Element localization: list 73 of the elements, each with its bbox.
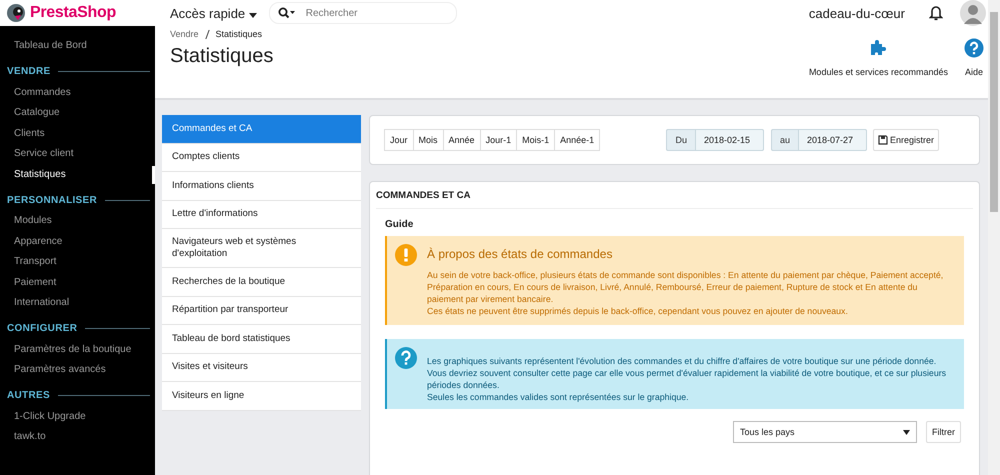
- alert-text: Seules les commandes valides sont représentées sur le graphique.: [427, 391, 690, 403]
- sidebar-item[interactable]: Transport: [0, 252, 155, 272]
- sidebar-item[interactable]: tawk.to: [0, 427, 155, 448]
- period-button[interactable]: Année-1: [554, 129, 600, 151]
- breadcrumb-link[interactable]: Vendre: [170, 29, 199, 39]
- stats-menu-item[interactable]: Répartition par transporteur: [162, 296, 361, 325]
- country-select[interactable]: Tous les pays: [733, 421, 917, 443]
- page-title: Statistiques: [170, 45, 274, 68]
- stats-menu-item[interactable]: Visites et visiteurs: [162, 354, 361, 382]
- sidebar-item[interactable]: Paramètres de la boutique: [0, 340, 155, 360]
- date-input[interactable]: 2018-07-27: [798, 135, 866, 145]
- quick-access-menu[interactable]: Accès rapide: [170, 6, 257, 20]
- date-label: au: [770, 129, 798, 151]
- search-input[interactable]: Rechercher: [304, 6, 438, 20]
- search-field[interactable]: Rechercher: [268, 2, 457, 24]
- scrollbar[interactable]: [988, 0, 1000, 475]
- search-icon[interactable]: [278, 7, 296, 19]
- sidebar-item[interactable]: Commandes: [0, 82, 155, 103]
- stats-menu-item[interactable]: Tableau de bord statistiques: [162, 325, 361, 354]
- logo-icon: [6, 3, 26, 23]
- sidebar-item[interactable]: Paramètres avancés: [0, 360, 155, 380]
- stats-menu-item[interactable]: Commandes et CA: [162, 115, 361, 144]
- bell-icon[interactable]: [929, 5, 943, 21]
- sidebar-item[interactable]: Clients: [0, 124, 155, 144]
- toolbar-button[interactable]: Aide: [964, 38, 984, 77]
- sidebar-section-title: CONFIGURER: [7, 323, 78, 334]
- stats-menu-item[interactable]: Visiteurs en ligne: [162, 382, 361, 410]
- sidebar-item[interactable]: Modules: [0, 211, 155, 232]
- date-field[interactable]: 2018-02-15: [694, 129, 764, 151]
- period-button[interactable]: Année: [442, 129, 481, 151]
- stats-menu-item[interactable]: Informations clients: [162, 172, 361, 200]
- stats-menu-item[interactable]: Lettre d'informations: [162, 200, 361, 229]
- help-icon: [964, 38, 984, 58]
- alert-text: Les graphiques suivants représentent l'évolution des commandes et du chiffre d'affaires de votre boutique sur une période donnée.: [427, 355, 938, 367]
- alert-text: Vous devriez souvent consulter cette page car elle vous permet d'évaluer rapidement la viabilité de votre boutique, et ce sur plusieurs périodes données.: [427, 367, 948, 391]
- period-button[interactable]: Jour: [384, 129, 414, 151]
- date-label: Du: [666, 129, 695, 151]
- guide-heading: Guide: [385, 219, 414, 230]
- period-button[interactable]: Jour-1: [480, 129, 518, 151]
- stats-menu-item[interactable]: Navigateurs web et systèmes d'exploitation: [162, 229, 361, 268]
- alert-text: Au sein de votre back-office, plusieurs états de commande sont disponibles : En attente du paiement par chèque, Paiement accepté, Préparation en cours, En cours de livraison, Livré, Annulé, Remboursé, Erreur de paiement, Rupture de stock et En attente du paiement par virement bancaire.: [427, 269, 944, 305]
- warning-icon: [395, 244, 417, 266]
- sidebar-section-title: AUTRES: [7, 390, 50, 401]
- sidebar-item[interactable]: International: [0, 293, 155, 314]
- period-button[interactable]: Mois: [412, 129, 444, 151]
- sidebar-section-title: VENDRE: [7, 66, 50, 77]
- sidebar-item[interactable]: Apparence: [0, 232, 155, 252]
- caret-icon: [248, 12, 257, 18]
- shop-name[interactable]: cadeau-du-cœur: [808, 6, 905, 20]
- sidebar-item[interactable]: Catalogue: [0, 103, 155, 124]
- sidebar-item[interactable]: Tableau de Bord: [0, 36, 155, 56]
- breadcrumb-link[interactable]: Statistiques: [216, 29, 262, 39]
- help-icon: [395, 347, 417, 369]
- alert-text: Ces états ne peuvent être supprimés depuis le back-office, cependant vous pouvez en ajouter de nouveaux.: [427, 305, 849, 317]
- save-button[interactable]: Enregistrer: [872, 129, 939, 151]
- sidebar-item[interactable]: Service client: [0, 144, 155, 164]
- stats-menu-item[interactable]: Comptes clients: [162, 144, 361, 172]
- date-input[interactable]: 2018-02-15: [696, 135, 763, 145]
- period-button[interactable]: Mois-1: [516, 129, 556, 151]
- sidebar-section-title: PERSONNALISER: [7, 194, 98, 206]
- puzzle-icon: [868, 38, 888, 58]
- alert-title: À propos des états de commandes: [427, 247, 614, 261]
- date-field[interactable]: 2018-07-27: [798, 129, 867, 151]
- logo[interactable]: PrestaShop: [30, 4, 116, 22]
- caret-icon: [903, 430, 910, 434]
- stats-menu-item[interactable]: Recherches de la boutique: [162, 268, 361, 296]
- sidebar-item[interactable]: Paiement: [0, 272, 155, 293]
- sidebar-item[interactable]: 1-Click Upgrade: [0, 406, 155, 427]
- filter-button[interactable]: Filtrer: [926, 421, 961, 443]
- sidebar-item[interactable]: Statistiques: [0, 164, 155, 185]
- panel-title: COMMANDES ET CA: [376, 182, 973, 209]
- toolbar-button[interactable]: Modules et services recommandés: [808, 38, 948, 77]
- avatar-icon[interactable]: [960, 0, 986, 26]
